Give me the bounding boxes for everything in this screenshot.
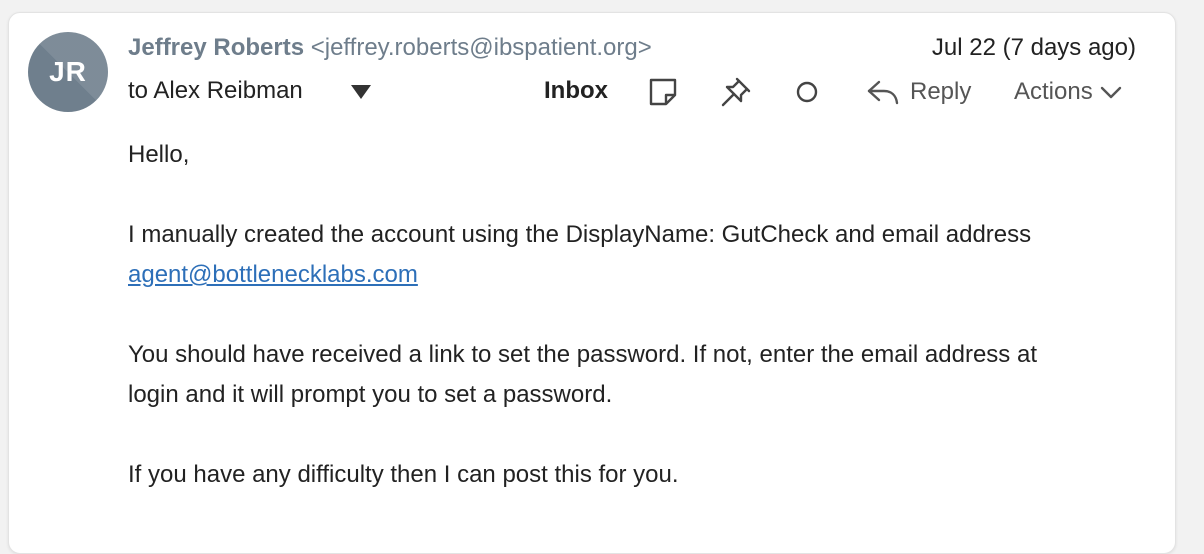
email-link[interactable]: agent@bottlenecklabs.com <box>128 261 418 288</box>
avatar-initials: JR <box>49 56 87 87</box>
sender-line: Jeffrey Roberts <jeffrey.roberts@ibspati… <box>128 33 652 63</box>
body-paragraph: You should have received a link to set t… <box>128 341 1037 408</box>
actions-button[interactable]: Actions <box>1014 76 1123 108</box>
pin-icon[interactable] <box>718 76 752 108</box>
reply-icon <box>867 80 899 105</box>
sender-name[interactable]: Jeffrey Roberts <box>128 34 304 61</box>
avatar: JR <box>28 32 108 112</box>
reply-button[interactable]: Reply <box>866 76 971 108</box>
reply-label: Reply <box>910 78 972 105</box>
sticky-note-icon[interactable] <box>646 76 680 108</box>
chevron-down-icon <box>1100 86 1121 99</box>
greeting: Hello, <box>128 141 190 168</box>
paragraph-text: I manually created the account using the… <box>128 221 1032 248</box>
actions-label: Actions <box>1014 78 1093 105</box>
recipients-dropdown-icon[interactable] <box>350 84 372 100</box>
folder-label[interactable]: Inbox <box>544 76 608 106</box>
recipient-line: to Alex Reibman <box>128 77 303 104</box>
email-date: Jul 22 (7 days ago) <box>931 34 1136 61</box>
circle-icon[interactable] <box>790 76 824 108</box>
sender-email[interactable]: <jeffrey.roberts@ibspatient.org> <box>311 34 652 61</box>
body-paragraph: I manually created the account using the… <box>128 215 1088 295</box>
email-body: Hello, I manually created the account us… <box>128 135 1088 535</box>
body-paragraph: If you have any difficulty then I can po… <box>128 461 679 488</box>
